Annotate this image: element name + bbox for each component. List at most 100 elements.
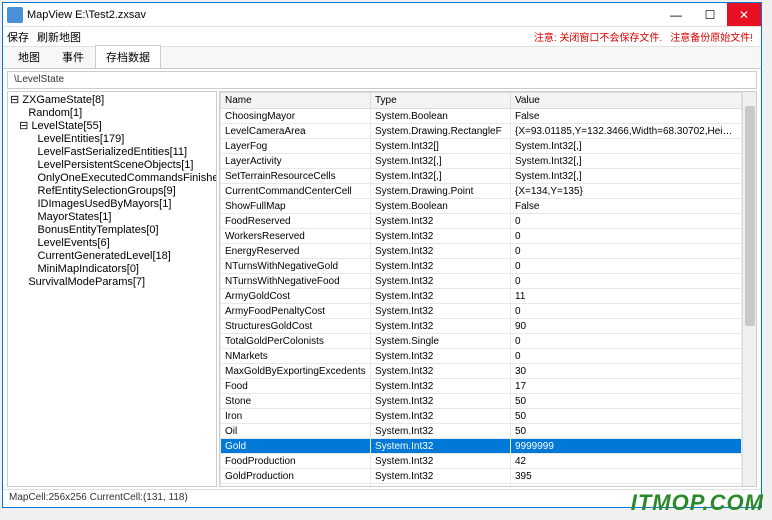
cell[interactable]: IronProduction: [221, 484, 371, 487]
tree-node[interactable]: MayorStates[1]: [10, 211, 214, 224]
tree-node[interactable]: BonusEntityTemplates[0]: [10, 224, 214, 237]
cell[interactable]: System.Int32: [371, 379, 511, 394]
cell[interactable]: 50: [511, 394, 742, 409]
cell[interactable]: 0: [511, 304, 742, 319]
table-row[interactable]: NTurnsWithNegativeGoldSystem.Int320: [221, 259, 742, 274]
table-row[interactable]: WorkersReservedSystem.Int320: [221, 229, 742, 244]
tree-node[interactable]: SurvivalModeParams[7]: [10, 276, 214, 289]
menu-refresh[interactable]: 刷新地图: [37, 29, 81, 45]
cell[interactable]: 0: [511, 214, 742, 229]
tree-node[interactable]: IDImagesUsedByMayors[1]: [10, 198, 214, 211]
cell[interactable]: ArmyGoldCost: [221, 289, 371, 304]
table-row[interactable]: TotalGoldPerColonistsSystem.Single0: [221, 334, 742, 349]
cell[interactable]: System.Int32[,]: [511, 169, 742, 184]
cell[interactable]: 0: [511, 334, 742, 349]
tab-savedata[interactable]: 存档数据: [95, 45, 161, 68]
table-row[interactable]: ShowFullMapSystem.BooleanFalse: [221, 199, 742, 214]
cell[interactable]: False: [511, 109, 742, 124]
table-row[interactable]: OilSystem.Int3250: [221, 424, 742, 439]
cell[interactable]: System.Int32[,]: [511, 154, 742, 169]
cell[interactable]: System.Int32: [371, 259, 511, 274]
cell[interactable]: System.Int32: [371, 409, 511, 424]
cell[interactable]: System.Int32: [371, 319, 511, 334]
cell[interactable]: 30: [511, 364, 742, 379]
cell[interactable]: System.Boolean: [371, 199, 511, 214]
cell[interactable]: 90: [511, 319, 742, 334]
table-row[interactable]: ArmyFoodPenaltyCostSystem.Int320: [221, 304, 742, 319]
cell[interactable]: 9999999: [511, 439, 742, 454]
table-row[interactable]: StructuresGoldCostSystem.Int3290: [221, 319, 742, 334]
minimize-button[interactable]: —: [659, 3, 693, 26]
table-row[interactable]: FoodProductionSystem.Int3242: [221, 454, 742, 469]
cell[interactable]: System.Int32[,]: [371, 169, 511, 184]
cell[interactable]: Stone: [221, 394, 371, 409]
cell[interactable]: LevelCameraArea: [221, 124, 371, 139]
cell[interactable]: MaxGoldByExportingExcedents: [221, 364, 371, 379]
tree-node[interactable]: LevelPersistentSceneObjects[1]: [10, 159, 214, 172]
titlebar[interactable]: MapView E:\Test2.zxsav — ☐ ✕: [3, 3, 761, 27]
cell[interactable]: 17: [511, 379, 742, 394]
cell[interactable]: System.Int32: [371, 364, 511, 379]
tree-node[interactable]: MiniMapIndicators[0]: [10, 263, 214, 276]
cell[interactable]: 50: [511, 409, 742, 424]
table-row[interactable]: EnergyReservedSystem.Int320: [221, 244, 742, 259]
cell[interactable]: 0: [511, 274, 742, 289]
table-row[interactable]: SetTerrainResourceCellsSystem.Int32[,]Sy…: [221, 169, 742, 184]
table-row[interactable]: MaxGoldByExportingExcedentsSystem.Int323…: [221, 364, 742, 379]
col-type[interactable]: Type: [371, 93, 511, 109]
cell[interactable]: Food: [221, 379, 371, 394]
table-row[interactable]: GoldProductionSystem.Int32395: [221, 469, 742, 484]
cell[interactable]: System.Int32[,]: [511, 139, 742, 154]
table-row[interactable]: FoodSystem.Int3217: [221, 379, 742, 394]
table-row[interactable]: GoldSystem.Int329999999: [221, 439, 742, 454]
cell[interactable]: ChoosingMayor: [221, 109, 371, 124]
cell[interactable]: GoldProduction: [221, 469, 371, 484]
cell[interactable]: System.Single: [371, 334, 511, 349]
table-row[interactable]: StoneSystem.Int3250: [221, 394, 742, 409]
table-row[interactable]: IronSystem.Int3250: [221, 409, 742, 424]
tab-map[interactable]: 地图: [7, 45, 51, 68]
cell[interactable]: NTurnsWithNegativeGold: [221, 259, 371, 274]
tree-node[interactable]: ⊟ ZXGameState[8]: [10, 94, 214, 107]
cell[interactable]: System.Int32: [371, 439, 511, 454]
cell[interactable]: ArmyFoodPenaltyCost: [221, 304, 371, 319]
tree-node[interactable]: CurrentGeneratedLevel[18]: [10, 250, 214, 263]
cell[interactable]: NTurnsWithNegativeFood: [221, 274, 371, 289]
cell[interactable]: System.Int32: [371, 469, 511, 484]
cell[interactable]: System.Int32: [371, 484, 511, 487]
cell[interactable]: Oil: [221, 424, 371, 439]
table-row[interactable]: ChoosingMayorSystem.BooleanFalse: [221, 109, 742, 124]
close-button[interactable]: ✕: [727, 3, 761, 26]
cell[interactable]: False: [511, 199, 742, 214]
cell[interactable]: System.Int32: [371, 229, 511, 244]
table-row[interactable]: LayerActivitySystem.Int32[,]System.Int32…: [221, 154, 742, 169]
scrollbar-vertical[interactable]: [742, 92, 756, 486]
cell[interactable]: 0: [511, 244, 742, 259]
cell[interactable]: 11: [511, 289, 742, 304]
tree-node[interactable]: ⊟ LevelState[55]: [10, 120, 214, 133]
cell[interactable]: System.Int32[,]: [371, 154, 511, 169]
cell[interactable]: Iron: [221, 409, 371, 424]
cell[interactable]: Gold: [221, 439, 371, 454]
cell[interactable]: System.Int32: [371, 289, 511, 304]
cell[interactable]: System.Drawing.RectangleF: [371, 124, 511, 139]
cell[interactable]: 50: [511, 424, 742, 439]
table-row[interactable]: IronProductionSystem.Int320: [221, 484, 742, 487]
tree-node[interactable]: RefEntitySelectionGroups[9]: [10, 185, 214, 198]
cell[interactable]: NMarkets: [221, 349, 371, 364]
table-row[interactable]: ArmyGoldCostSystem.Int3211: [221, 289, 742, 304]
cell[interactable]: System.Boolean: [371, 109, 511, 124]
cell[interactable]: {X=134,Y=135}: [511, 184, 742, 199]
cell[interactable]: System.Int32: [371, 274, 511, 289]
tree-node[interactable]: LevelEntities[179]: [10, 133, 214, 146]
table-row[interactable]: NTurnsWithNegativeFoodSystem.Int320: [221, 274, 742, 289]
cell[interactable]: System.Drawing.Point: [371, 184, 511, 199]
cell[interactable]: ShowFullMap: [221, 199, 371, 214]
tree-node[interactable]: LevelFastSerializedEntities[11]: [10, 146, 214, 159]
tree-node[interactable]: Random[1]: [10, 107, 214, 120]
maximize-button[interactable]: ☐: [693, 3, 727, 26]
cell[interactable]: System.Int32: [371, 304, 511, 319]
cell[interactable]: StructuresGoldCost: [221, 319, 371, 334]
col-value[interactable]: Value: [511, 93, 742, 109]
cell[interactable]: 42: [511, 454, 742, 469]
